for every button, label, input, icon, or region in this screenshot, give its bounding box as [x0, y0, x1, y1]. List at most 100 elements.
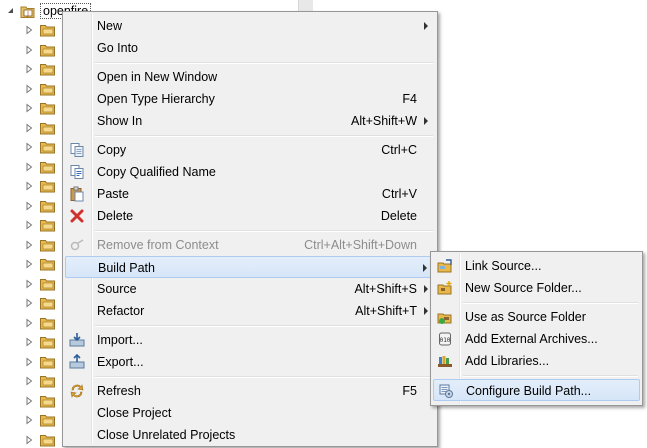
tree-item-package[interactable] — [24, 42, 56, 58]
collapse-arrow-icon[interactable] — [24, 181, 34, 191]
menu-item-copy[interactable]: Copy Ctrl+C — [65, 139, 435, 161]
collapse-arrow-icon[interactable] — [24, 161, 34, 172]
collapse-arrow-icon[interactable] — [24, 64, 34, 74]
package-folder-icon — [40, 337, 55, 349]
tree-item-package[interactable] — [24, 120, 56, 136]
menu-item-add-external-archives[interactable]: 010 Add External Archives... — [433, 328, 640, 350]
collapse-arrow-icon[interactable] — [24, 395, 34, 406]
menu-item-copy-qualified-name[interactable]: Copy Qualified Name — [65, 161, 435, 183]
collapse-arrow-icon[interactable] — [24, 278, 34, 289]
menu-item-label: Open in New Window — [97, 70, 218, 84]
menu-item-export[interactable]: Export... — [65, 351, 435, 373]
collapse-arrow-icon[interactable] — [24, 44, 34, 55]
menu-separator — [95, 230, 433, 232]
collapse-arrow-icon[interactable] — [24, 200, 34, 211]
collapse-arrow-icon[interactable] — [24, 122, 34, 133]
collapse-arrow-icon[interactable] — [24, 317, 34, 328]
menu-item-refresh[interactable]: Refresh F5 — [65, 380, 435, 402]
menu-item-new-source-folder[interactable]: New Source Folder... — [433, 277, 640, 299]
collapse-arrow-icon[interactable] — [24, 356, 34, 367]
menu-item-label: New — [97, 19, 123, 33]
submenu-arrow-icon — [424, 307, 428, 315]
tree-item-package[interactable] — [24, 334, 56, 350]
tree-item-package[interactable] — [24, 276, 56, 292]
tree-item-package[interactable] — [24, 217, 56, 233]
menu-item-link-source[interactable]: Link Source... — [433, 255, 640, 277]
menu-item-label: Add Libraries... — [465, 354, 550, 368]
menu-item-refactor[interactable]: Refactor Alt+Shift+T — [65, 300, 435, 322]
menu-item-shortcut: Alt+Shift+T — [355, 304, 417, 318]
package-folder-icon — [40, 44, 55, 56]
menu-item-use-as-source-folder[interactable]: Use as Source Folder — [433, 306, 640, 328]
tree-item-package[interactable] — [24, 412, 56, 428]
collapse-arrow-icon[interactable] — [24, 83, 34, 94]
menu-item-paste[interactable]: Paste Ctrl+V — [65, 183, 435, 205]
tree-item-package[interactable] — [24, 315, 56, 331]
menu-item-build-path[interactable]: Build Path — [65, 256, 435, 278]
menu-item-configure-build-path[interactable]: Configure Build Path... — [433, 379, 640, 401]
menu-item-add-libraries[interactable]: Add Libraries... — [433, 350, 640, 372]
menu-item-show-in[interactable]: Show In Alt+Shift+W — [65, 110, 435, 132]
menu-item-label: Configure Build Path... — [466, 384, 592, 398]
menu-item-close-unrelated-projects[interactable]: Close Unrelated Projects — [65, 424, 435, 446]
tree-item-package[interactable] — [24, 139, 56, 155]
menu-separator — [463, 302, 638, 304]
collapse-arrow-icon[interactable] — [24, 142, 34, 152]
tree-item-package[interactable] — [24, 393, 56, 409]
tree-item-package[interactable] — [24, 198, 56, 214]
menu-item-label: Remove from Context — [97, 238, 219, 252]
menu-item-open-in-new-window[interactable]: Open in New Window — [65, 66, 435, 88]
menu-separator — [95, 135, 433, 137]
collapse-arrow-icon[interactable] — [24, 434, 34, 445]
submenu-arrow-icon — [424, 285, 428, 293]
collapse-arrow-icon[interactable] — [24, 376, 34, 386]
tree-item-package[interactable] — [24, 295, 56, 311]
collapse-arrow-icon[interactable] — [24, 25, 34, 35]
tree-item-package[interactable] — [24, 354, 56, 370]
menu-item-shortcut: F5 — [402, 384, 417, 398]
expand-arrow-icon[interactable] — [6, 6, 16, 16]
menu-item-close-project[interactable]: Close Project — [65, 402, 435, 424]
tree-item-package[interactable] — [24, 22, 56, 38]
tree-item-package[interactable] — [24, 256, 56, 272]
collapse-arrow-icon[interactable] — [24, 220, 34, 230]
collapse-arrow-icon[interactable] — [24, 298, 34, 308]
menu-item-shortcut: F4 — [402, 92, 417, 106]
package-folder-icon — [40, 103, 55, 115]
menu-item-import[interactable]: Import... — [65, 329, 435, 351]
package-folder-icon — [40, 142, 55, 154]
package-folder-icon — [40, 376, 55, 388]
menu-item-open-type-hierarchy[interactable]: Open Type Hierarchy F4 — [65, 88, 435, 110]
tree-item-package[interactable] — [24, 373, 56, 389]
package-folder-icon — [40, 415, 55, 427]
package-folder-icon — [40, 278, 55, 290]
menu-item-label: Go Into — [97, 41, 138, 55]
tree-item-package[interactable] — [24, 237, 56, 253]
tree-item-package[interactable] — [24, 100, 56, 116]
collapse-arrow-icon[interactable] — [24, 239, 34, 250]
collapse-arrow-icon[interactable] — [24, 103, 34, 113]
collapse-arrow-icon[interactable] — [24, 259, 34, 269]
menu-item-new[interactable]: New — [65, 15, 435, 37]
context-menu: New Go Into Open in New Window Open Type… — [62, 11, 438, 447]
menu-item-shortcut: Alt+Shift+S — [354, 282, 417, 296]
tree-item-package[interactable] — [24, 81, 56, 97]
delete-icon — [70, 209, 84, 223]
tree-item-package[interactable] — [24, 178, 56, 194]
refresh-icon — [70, 384, 84, 398]
add-external-archives-icon: 010 — [439, 332, 451, 346]
tree-item-package[interactable] — [24, 61, 56, 77]
tree-item-package[interactable] — [24, 432, 56, 448]
svg-text:010: 010 — [440, 337, 451, 344]
svg-text:J: J — [26, 10, 29, 17]
menu-item-label: Export... — [97, 355, 144, 369]
add-libraries-icon — [438, 356, 452, 367]
collapse-arrow-icon[interactable] — [24, 337, 34, 347]
tree-item-package[interactable] — [24, 159, 56, 175]
menu-item-label: Refactor — [97, 304, 145, 318]
menu-item-source[interactable]: Source Alt+Shift+S — [65, 278, 435, 300]
java-project-icon: J — [20, 6, 35, 18]
menu-item-delete[interactable]: Delete Delete — [65, 205, 435, 227]
collapse-arrow-icon[interactable] — [24, 415, 34, 425]
menu-item-go-into[interactable]: Go Into — [65, 37, 435, 59]
